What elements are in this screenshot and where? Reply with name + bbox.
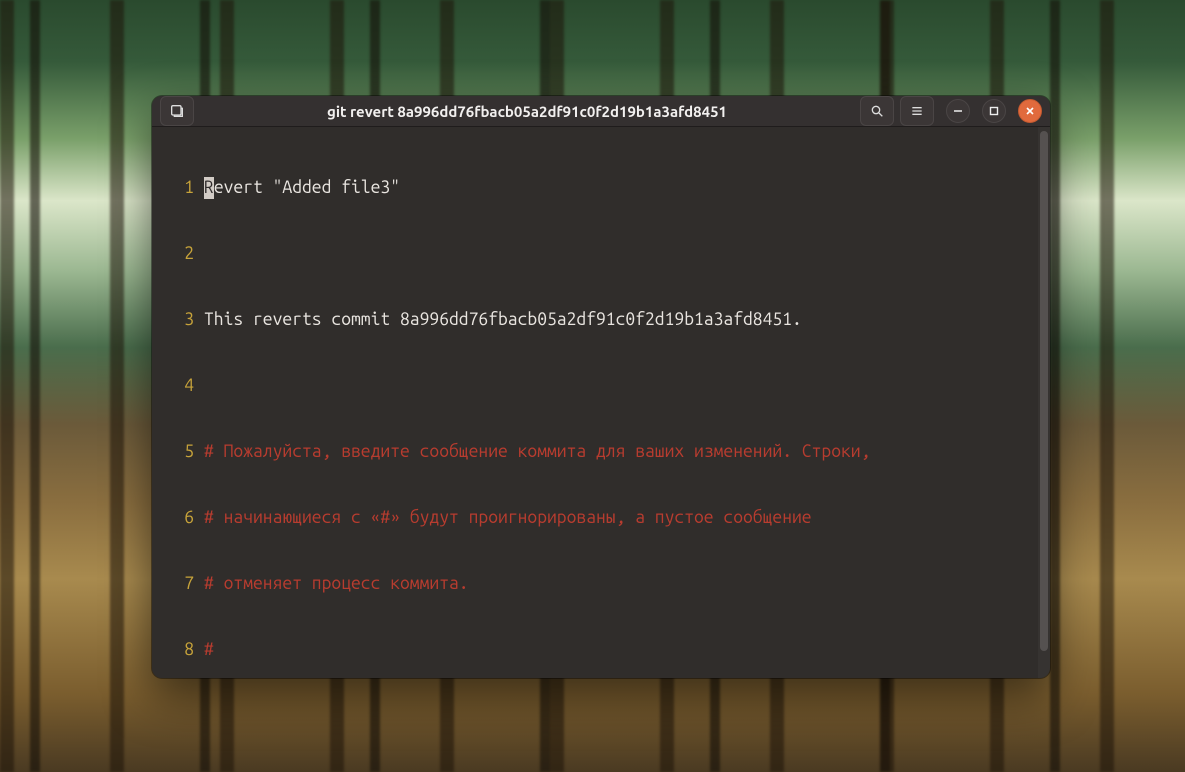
new-tab-button[interactable] (160, 96, 194, 126)
window-controls (946, 99, 1042, 123)
line-number: 2 (160, 243, 204, 265)
maximize-button[interactable] (982, 99, 1006, 123)
line-number: 4 (160, 375, 204, 397)
line-number: 5 (160, 441, 204, 463)
revert-info: This reverts commit 8a996dd76fbacb05a2df… (204, 309, 1042, 331)
line-number: 6 (160, 507, 204, 529)
line-number: 1 (160, 177, 204, 199)
blank-line (204, 243, 1042, 265)
comment-line: # отменяет процесс коммита. (204, 573, 1042, 595)
terminal-window: git revert 8a996dd76fbacb05a2df91c0f2d19… (152, 96, 1050, 678)
window-title: git revert 8a996dd76fbacb05a2df91c0f2d19… (200, 103, 854, 120)
scrollbar-thumb[interactable] (1040, 131, 1048, 651)
search-button[interactable] (860, 96, 894, 126)
comment-line: # (204, 639, 1042, 661)
titlebar[interactable]: git revert 8a996dd76fbacb05a2df91c0f2d19… (152, 96, 1050, 127)
line-number: 7 (160, 573, 204, 595)
minimize-button[interactable] (946, 99, 970, 123)
comment-line: # начинающиеся с «#» будут проигнорирова… (204, 507, 1042, 529)
line-number: 3 (160, 309, 204, 331)
scrollbar[interactable] (1038, 127, 1050, 678)
hamburger-menu-button[interactable] (900, 96, 934, 126)
text-cursor: R (204, 177, 214, 199)
terminal-editor[interactable]: 1Revert "Added file3" 2 3This reverts co… (152, 127, 1050, 678)
close-button[interactable] (1018, 99, 1042, 123)
commit-title: evert "Added file3" (214, 178, 400, 197)
line-number: 8 (160, 639, 204, 661)
comment-line: # Пожалуйста, введите сообщение коммита … (204, 441, 1042, 463)
editor-lines: 1Revert "Added file3" 2 3This reverts co… (160, 133, 1042, 678)
blank-line (204, 375, 1042, 397)
